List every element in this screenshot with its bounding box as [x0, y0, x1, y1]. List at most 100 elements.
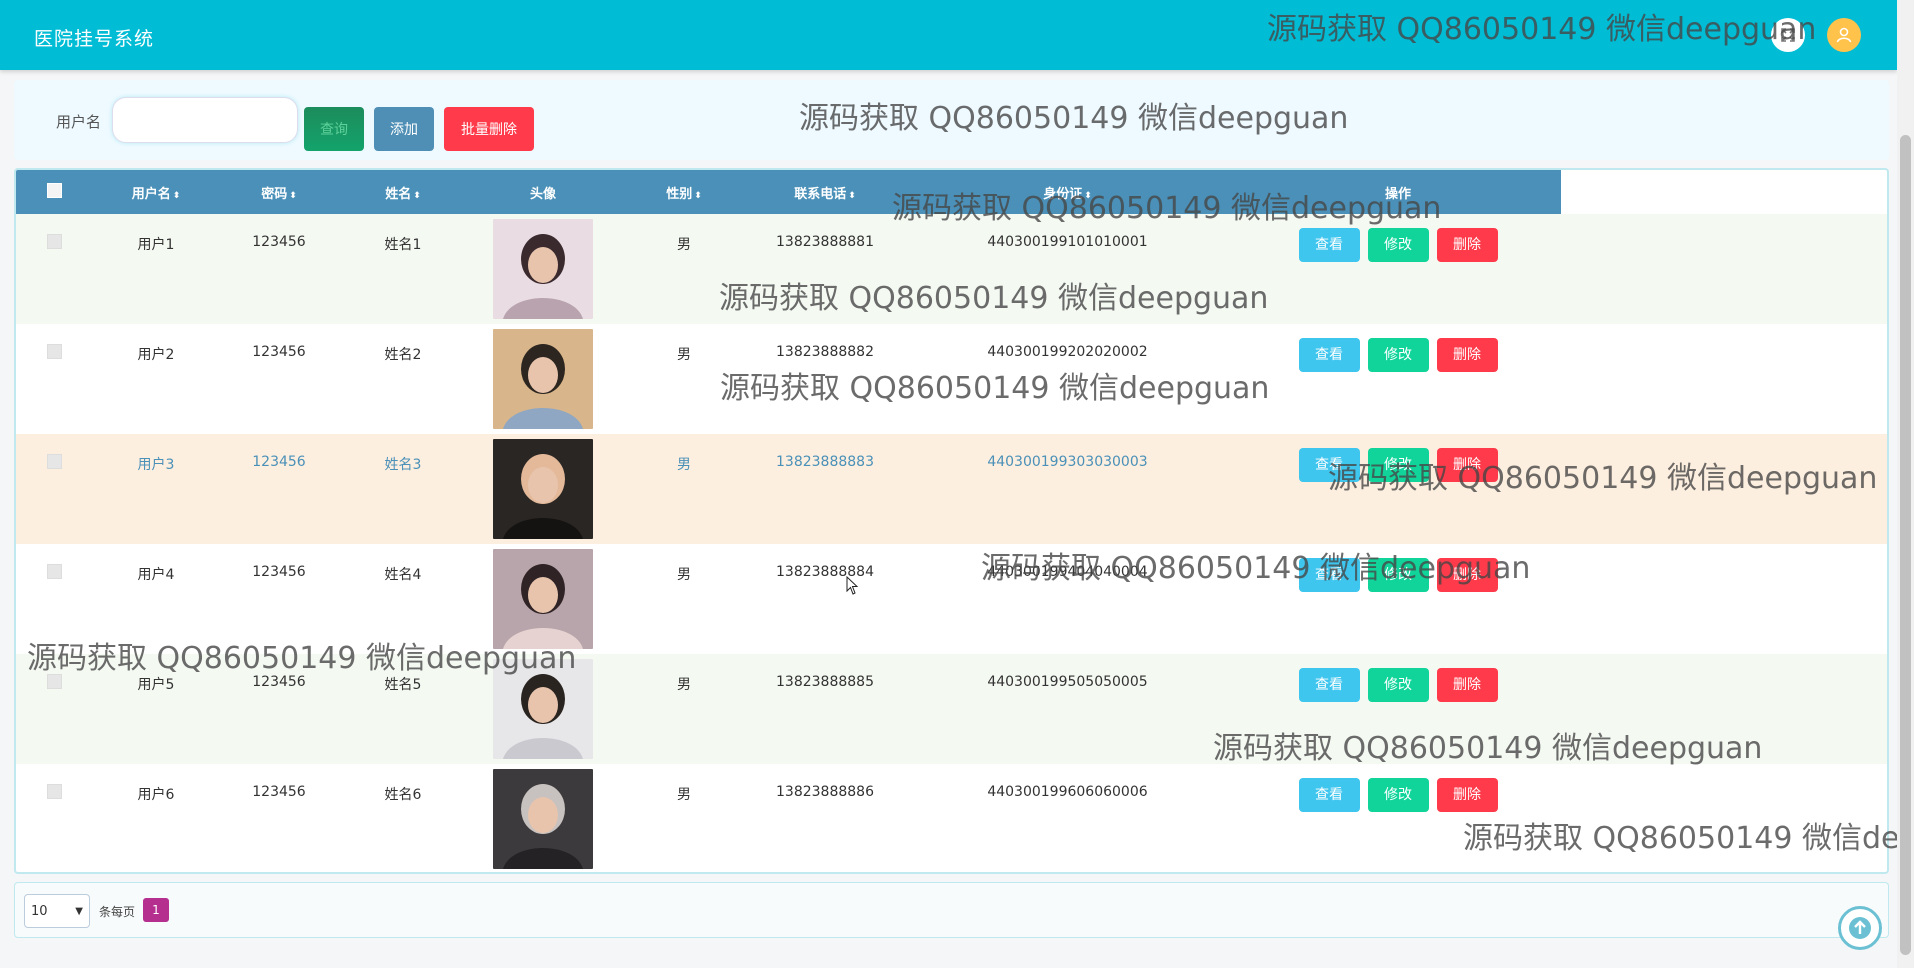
user-icon: [1836, 27, 1852, 43]
cell-actions: 查看 修改 删除: [1235, 324, 1561, 434]
edit-button[interactable]: 修改: [1367, 668, 1429, 702]
cell-gender: 男: [677, 567, 691, 583]
user-avatar-button[interactable]: [1827, 18, 1861, 52]
cell-spacer: [1561, 214, 1887, 324]
select-all-cell: [16, 170, 92, 214]
username-label: 用户名: [56, 113, 102, 131]
row-checkbox-cell: [16, 324, 92, 434]
user-photo: [493, 549, 593, 649]
arrow-up-icon: [1849, 917, 1871, 939]
view-button[interactable]: 查看: [1298, 668, 1360, 702]
delete-button[interactable]: 删除: [1436, 448, 1498, 482]
back-to-top-button[interactable]: [1838, 906, 1882, 950]
sort-icon[interactable]: ⬍: [848, 191, 856, 201]
row-checkbox-cell: [16, 434, 92, 544]
app-title: 医院挂号系统: [34, 28, 155, 50]
fullscreen-button[interactable]: [1771, 18, 1805, 52]
row-checkbox[interactable]: [46, 454, 62, 469]
delete-button[interactable]: 删除: [1436, 778, 1498, 812]
user-table: 用户名 ⬍ 密码 ⬍ 姓名 ⬍ 头像 性别 ⬍ 联系电话 ⬍ 身份证 ⬍ 操作 用户1 123…: [14, 168, 1889, 874]
search-button[interactable]: 查询: [304, 107, 364, 151]
edit-button[interactable]: 修改: [1367, 228, 1429, 262]
delete-button[interactable]: 删除: [1436, 338, 1498, 372]
cell-avatar: [468, 654, 618, 764]
table-row[interactable]: 用户4 123456 姓名4 男 13823888884 4403001994040400…: [16, 544, 1887, 654]
view-button[interactable]: 查看: [1298, 338, 1360, 372]
column-header-password[interactable]: 密码 ⬍: [220, 170, 338, 214]
cell-username: 用户1: [137, 237, 175, 253]
cell-phone: 13823888885: [776, 674, 874, 690]
row-checkbox-cell: [16, 654, 92, 764]
cell-gender: 男: [677, 347, 691, 363]
cell-gender: 男: [677, 237, 691, 253]
batch-delete-button[interactable]: 批量删除: [444, 107, 534, 151]
user-photo: [493, 329, 593, 429]
sort-icon[interactable]: ⬍: [694, 191, 702, 201]
cell-password: 123456: [252, 454, 306, 470]
sort-icon[interactable]: ⬍: [1084, 191, 1092, 201]
expand-icon: [1781, 28, 1795, 42]
delete-button[interactable]: 删除: [1436, 228, 1498, 262]
row-checkbox[interactable]: [46, 784, 62, 799]
per-page-label: 条每页: [99, 905, 136, 919]
column-header-name[interactable]: 姓名 ⬍: [338, 170, 468, 214]
view-button[interactable]: 查看: [1298, 448, 1360, 482]
chevron-down-icon: ▼: [75, 905, 83, 917]
page-scrollbar[interactable]: [1897, 0, 1914, 968]
cell-name: 姓名3: [384, 457, 422, 473]
cell-avatar: [468, 324, 618, 434]
cell-username: 用户4: [137, 567, 175, 583]
cell-actions: 查看 修改 删除: [1235, 434, 1561, 544]
cell-gender: 男: [677, 677, 691, 693]
username-search-input[interactable]: [112, 97, 298, 143]
add-button[interactable]: 添加: [374, 107, 434, 151]
cell-actions: 查看 修改 删除: [1235, 764, 1561, 872]
mouse-pointer-icon: [846, 576, 859, 595]
view-button[interactable]: 查看: [1298, 228, 1360, 262]
row-checkbox-cell: [16, 764, 92, 872]
row-checkbox[interactable]: [46, 674, 62, 689]
delete-button[interactable]: 删除: [1436, 558, 1498, 592]
cell-name: 姓名1: [384, 237, 422, 253]
column-header-username[interactable]: 用户名 ⬍: [92, 170, 220, 214]
cell-id-card: 440300199202020002: [987, 344, 1148, 360]
table-row[interactable]: 用户3 123456 姓名3 男 13823888883 4403001993030300…: [16, 434, 1887, 544]
select-all-checkbox[interactable]: [46, 182, 62, 198]
view-button[interactable]: 查看: [1298, 778, 1360, 812]
column-header-phone[interactable]: 联系电话 ⬍: [750, 170, 900, 214]
page-size-select[interactable]: 10 ▼: [24, 894, 90, 928]
scrollbar-thumb[interactable]: [1900, 135, 1911, 955]
edit-button[interactable]: 修改: [1367, 778, 1429, 812]
page-number-current[interactable]: 1: [143, 898, 169, 922]
row-checkbox[interactable]: [46, 564, 62, 579]
edit-button[interactable]: 修改: [1367, 558, 1429, 592]
cell-name: 姓名6: [384, 787, 422, 803]
table-row[interactable]: 用户2 123456 姓名2 男 13823888882 4403001992020200…: [16, 324, 1887, 434]
sort-icon[interactable]: ⬍: [413, 191, 421, 201]
cell-actions: 查看 修改 删除: [1235, 214, 1561, 324]
cell-phone: 13823888886: [776, 784, 874, 800]
search-panel: 用户名 查询 添加 批量删除: [14, 80, 1889, 160]
column-header-gender[interactable]: 性别 ⬍: [618, 170, 750, 214]
row-checkbox[interactable]: [46, 344, 62, 359]
cell-username: 用户2: [137, 347, 175, 363]
delete-button[interactable]: 删除: [1436, 668, 1498, 702]
sort-icon[interactable]: ⬍: [289, 191, 297, 201]
table-row[interactable]: 用户5 123456 姓名5 男 13823888885 4403001995050500…: [16, 654, 1887, 764]
user-photo: [493, 439, 593, 539]
cell-avatar: [468, 544, 618, 654]
view-button[interactable]: 查看: [1298, 558, 1360, 592]
table-row[interactable]: 用户1 123456 姓名1 男 13823888881 4403001991010100…: [16, 214, 1887, 324]
cell-name: 姓名2: [384, 347, 422, 363]
page-size-value: 10: [31, 903, 48, 919]
cell-id-card: 440300199606060006: [987, 784, 1148, 800]
row-checkbox-cell: [16, 544, 92, 654]
top-header: 医院挂号系统: [0, 0, 1897, 70]
sort-icon[interactable]: ⬍: [173, 191, 181, 201]
table-row[interactable]: 用户6 123456 姓名6 男 13823888886 4403001996060600…: [16, 764, 1887, 872]
column-header-id-card[interactable]: 身份证 ⬍: [900, 170, 1235, 214]
edit-button[interactable]: 修改: [1367, 338, 1429, 372]
edit-button[interactable]: 修改: [1367, 448, 1429, 482]
cell-phone: 13823888882: [776, 344, 874, 360]
row-checkbox[interactable]: [46, 234, 62, 249]
